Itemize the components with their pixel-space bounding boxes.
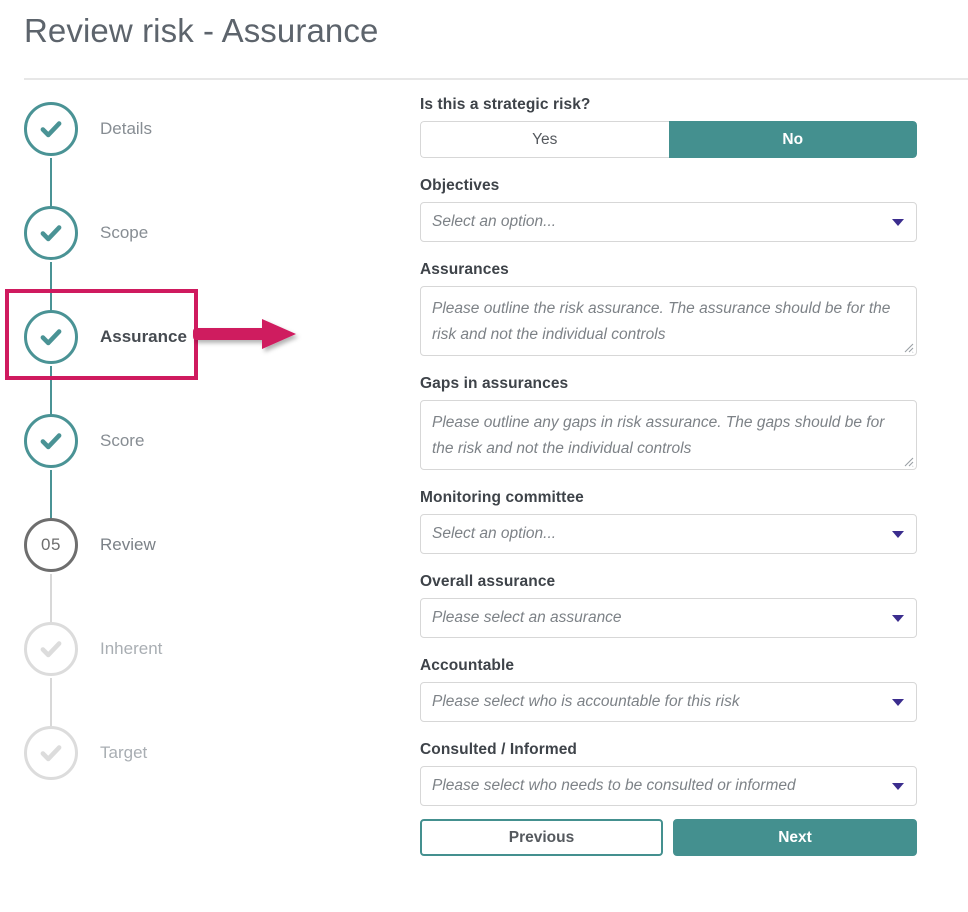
select-placeholder: Please select who is accountable for thi… [432, 693, 740, 710]
next-button[interactable]: Next [673, 819, 917, 856]
stepper-item-review[interactable]: 05 Review [24, 516, 156, 574]
step-status-circle [24, 622, 78, 676]
stepper-item-label: Review [100, 535, 156, 554]
field-monitoring-committee: Monitoring committee Select an option... [420, 489, 917, 554]
field-label: Assurances [420, 261, 509, 278]
previous-button[interactable]: Previous [420, 819, 663, 856]
textarea-placeholder: Please outline any gaps in risk assuranc… [432, 414, 885, 457]
select-placeholder: Select an option... [432, 213, 557, 230]
step-status-circle [24, 726, 78, 780]
field-label: Gaps in assurances [420, 375, 569, 392]
stepper-item-score[interactable]: Score [24, 412, 144, 470]
field-label: Monitoring committee [420, 489, 584, 506]
check-icon [40, 225, 62, 242]
field-assurances: Assurances Please outline the risk assur… [420, 261, 917, 356]
textarea-placeholder: Please outline the risk assurance. The a… [432, 300, 891, 343]
field-overall-assurance: Overall assurance Please select an assur… [420, 573, 917, 638]
chevron-down-icon [892, 219, 904, 226]
chevron-down-icon [892, 615, 904, 622]
objectives-select[interactable]: Select an option... [420, 202, 917, 242]
strategic-risk-no-button[interactable]: No [668, 121, 917, 158]
page-title: Review risk - Assurance [24, 12, 379, 49]
select-placeholder: Please select an assurance [432, 609, 622, 626]
step-status-circle [24, 414, 78, 468]
field-gaps-in-assurances: Gaps in assurances Please outline any ga… [420, 375, 917, 470]
strategic-risk-yes-button[interactable]: Yes [420, 121, 669, 158]
select-placeholder: Select an option... [432, 525, 557, 542]
assurances-textarea[interactable]: Please outline the risk assurance. The a… [420, 286, 917, 356]
strategic-risk-toggle[interactable]: Yes No [420, 121, 917, 158]
field-strategic-risk: Is this a strategic risk? Yes No [420, 96, 917, 158]
field-consulted-informed: Consulted / Informed Please select who n… [420, 741, 917, 806]
stepper-item-label: Assurance [100, 327, 187, 346]
field-label: Is this a strategic risk? [420, 96, 591, 113]
field-label: Objectives [420, 177, 500, 194]
stepper-item-scope[interactable]: Scope [24, 204, 148, 262]
stepper-item-label: Score [100, 431, 145, 450]
check-icon [40, 121, 62, 138]
select-placeholder: Please select who needs to be consulted … [432, 777, 796, 794]
accountable-select[interactable]: Please select who is accountable for thi… [420, 682, 917, 722]
step-status-circle: 05 [24, 518, 78, 572]
chevron-down-icon [892, 531, 904, 538]
field-label: Consulted / Informed [420, 741, 577, 758]
stepper-item-label: Details [100, 119, 152, 138]
consulted-informed-select[interactable]: Please select who needs to be consulted … [420, 766, 917, 806]
step-number: 05 [41, 535, 61, 554]
assurance-form: Is this a strategic risk? Yes No Objecti… [420, 96, 917, 856]
field-label: Overall assurance [420, 573, 556, 590]
stepper-item-inherent[interactable]: Inherent [24, 620, 162, 678]
stepper-item-label: Target [100, 743, 148, 762]
check-icon [40, 329, 62, 346]
field-objectives: Objectives Select an option... [420, 177, 917, 242]
chevron-down-icon [892, 783, 904, 790]
step-status-circle [24, 206, 78, 260]
stepper-item-target[interactable]: Target [24, 724, 147, 782]
step-status-circle [24, 102, 78, 156]
form-actions: Previous Next [420, 819, 917, 856]
stepper-item-assurance[interactable]: Assurance [24, 308, 187, 366]
stepper-item-label: Inherent [100, 639, 163, 658]
stepper-item-label: Scope [100, 223, 149, 242]
progress-stepper: Details Scope Assurance Score 05 Review … [0, 96, 400, 816]
gaps-in-assurances-textarea[interactable]: Please outline any gaps in risk assuranc… [420, 400, 917, 470]
monitoring-committee-select[interactable]: Select an option... [420, 514, 917, 554]
stepper-item-details[interactable]: Details [24, 100, 152, 158]
step-status-circle [24, 310, 78, 364]
header-divider [24, 78, 968, 80]
check-icon [40, 641, 62, 658]
chevron-down-icon [892, 699, 904, 706]
field-label: Accountable [420, 657, 515, 674]
check-icon [40, 745, 62, 762]
field-accountable: Accountable Please select who is account… [420, 657, 917, 722]
overall-assurance-select[interactable]: Please select an assurance [420, 598, 917, 638]
check-icon [40, 433, 62, 450]
